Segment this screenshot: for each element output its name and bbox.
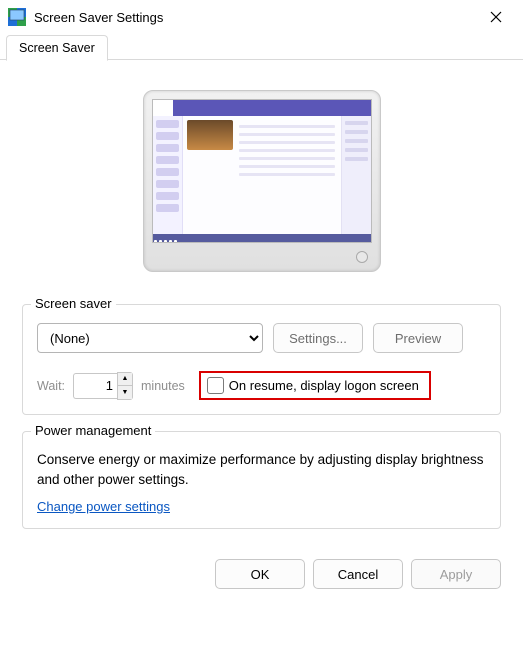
tab-bar: Screen Saver <box>0 34 523 60</box>
wait-down-button[interactable]: ▼ <box>118 386 132 399</box>
preview-area <box>22 72 501 298</box>
power-management-text: Conserve energy or maximize performance … <box>37 450 486 489</box>
monitor-screen <box>152 99 372 243</box>
app-icon <box>8 8 26 26</box>
window-title: Screen Saver Settings <box>34 10 477 25</box>
change-power-settings-link[interactable]: Change power settings <box>37 499 170 514</box>
ok-button[interactable]: OK <box>215 559 305 589</box>
screensaver-select[interactable]: (None) <box>37 323 263 353</box>
close-button[interactable] <box>477 3 515 31</box>
preview-button[interactable]: Preview <box>373 323 463 353</box>
monitor-frame <box>143 90 381 272</box>
settings-button[interactable]: Settings... <box>273 323 363 353</box>
power-management-legend: Power management <box>31 423 155 438</box>
dialog-buttons: OK Cancel Apply <box>0 549 523 589</box>
monitor-power-icon <box>356 251 368 263</box>
wait-label: Wait: <box>37 379 65 393</box>
wait-input[interactable] <box>73 373 117 399</box>
tab-screen-saver[interactable]: Screen Saver <box>6 35 108 61</box>
resume-highlight-box: On resume, display logon screen <box>199 371 431 400</box>
wait-spinner[interactable]: ▲ ▼ <box>73 372 133 400</box>
title-bar: Screen Saver Settings <box>0 0 523 34</box>
wait-units-label: minutes <box>141 379 185 393</box>
tab-content: Screen saver (None) Settings... Preview … <box>0 60 523 549</box>
resume-checkbox[interactable] <box>207 377 224 394</box>
close-icon <box>490 11 502 23</box>
power-management-group: Power management Conserve energy or maxi… <box>22 431 501 529</box>
screen-saver-group: Screen saver (None) Settings... Preview … <box>22 304 501 415</box>
screen-saver-legend: Screen saver <box>31 296 116 311</box>
cancel-button[interactable]: Cancel <box>313 559 403 589</box>
resume-checkbox-label: On resume, display logon screen <box>229 378 419 393</box>
wait-up-button[interactable]: ▲ <box>118 373 132 386</box>
apply-button[interactable]: Apply <box>411 559 501 589</box>
